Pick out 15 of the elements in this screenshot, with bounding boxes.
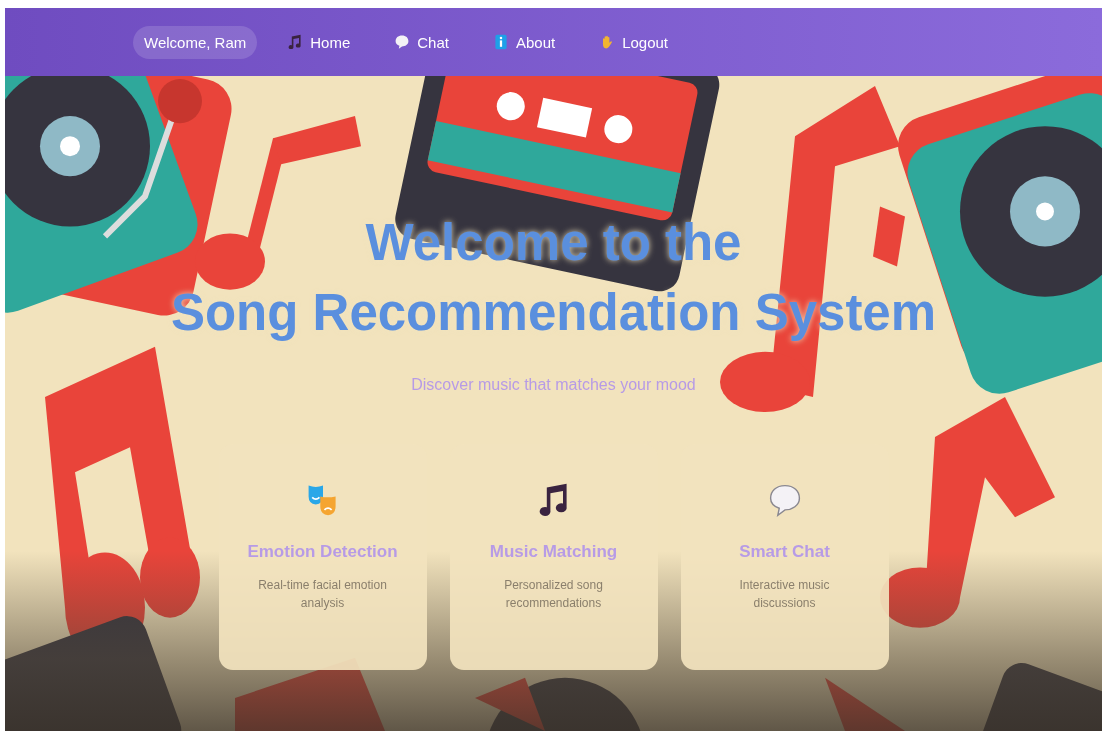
speech-bubble-icon — [394, 34, 411, 50]
nav-link[interactable]: About — [488, 27, 560, 57]
feature-description: Personalized song recommendations — [503, 577, 604, 612]
welcome-badge: Welcome, Ram — [133, 25, 258, 59]
info-icon — [492, 34, 509, 50]
hero-subtitle: Discover music that matches your mood — [411, 376, 696, 394]
feature-description: Real-time facial emotion analysis — [257, 577, 388, 612]
nav-link[interactable]: Home — [283, 27, 355, 57]
feature-title: Emotion Detection — [247, 542, 398, 562]
feature-title: Music Matching — [489, 542, 618, 562]
nav-link[interactable]: Chat — [390, 27, 453, 57]
feature-description: Interactive music discussions — [738, 577, 831, 612]
feature-title: Smart Chat — [739, 542, 830, 562]
nav-link[interactable]: Logout — [595, 27, 673, 57]
music-note-icon — [287, 34, 304, 50]
